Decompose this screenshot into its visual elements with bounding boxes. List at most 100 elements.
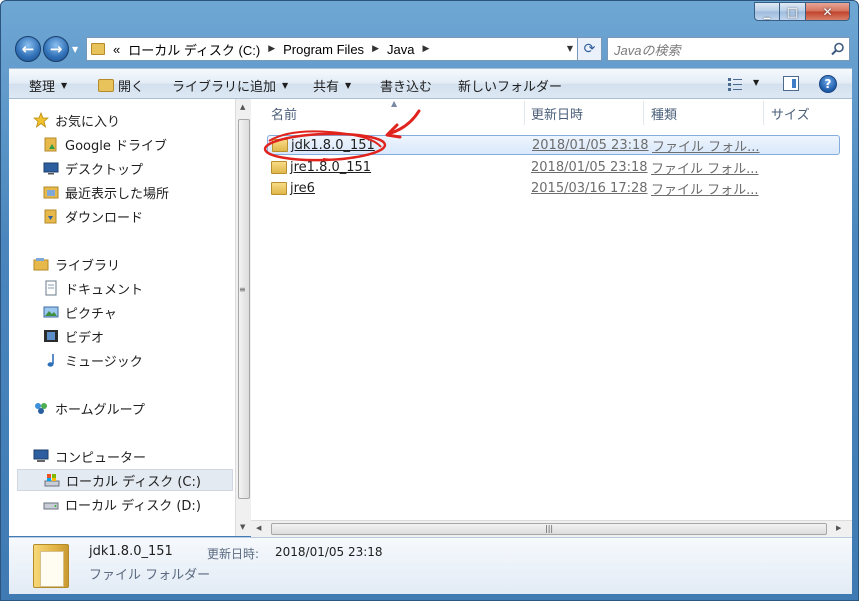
file-type: ファイル フォル...: [652, 139, 760, 155]
file-modified: 2015/03/16 17:28: [531, 180, 648, 196]
share-button[interactable]: 共有 ▼: [313, 76, 351, 95]
column-divider[interactable]: [524, 101, 525, 125]
nav-desktop[interactable]: デスクトップ: [43, 157, 143, 179]
refresh-icon: ⟳: [583, 41, 596, 57]
organize-button[interactable]: 整理 ▼: [29, 76, 67, 95]
refresh-button[interactable]: ⟳: [578, 37, 602, 61]
file-name[interactable]: jdk1.8.0_151: [291, 138, 375, 153]
file-list: ▲ 名前 更新日時 種類 サイズ jdk1.8.0_151 2018/01/05…: [251, 99, 852, 536]
column-header-modified[interactable]: 更新日時: [531, 104, 583, 123]
add-to-library-button[interactable]: ライブラリに追加 ▼: [172, 76, 288, 95]
nav-homegroup[interactable]: ホームグループ: [33, 397, 145, 419]
minimize-button[interactable]: _: [754, 2, 780, 21]
hard-drive-icon: [43, 502, 59, 510]
recent-pages-dropdown-icon[interactable]: ▼: [72, 45, 78, 54]
nav-downloads[interactable]: ダウンロード: [43, 205, 143, 227]
navigation-pane: お気に入り Google ドライブ デスクトップ 最近表示した場所 ダウンロード…: [9, 99, 235, 536]
column-divider[interactable]: [643, 101, 644, 125]
system-drive-icon: [44, 474, 60, 487]
details-name: jdk1.8.0_151: [89, 544, 173, 559]
chevron-down-icon: ▼: [282, 81, 289, 90]
folder-icon: [91, 43, 105, 55]
nav-pictures[interactable]: ピクチャ: [43, 301, 117, 323]
nav-music-label: ミュージック: [65, 354, 143, 370]
file-type: ファイル フォル...: [651, 161, 759, 177]
nav-music[interactable]: ミュージック: [43, 349, 143, 371]
nav-drive-c[interactable]: ローカル ディスク (C:): [17, 469, 233, 491]
maximize-button[interactable]: □: [780, 2, 806, 21]
nav-drive-d-label: ローカル ディスク (D:): [65, 498, 201, 514]
star-icon: [33, 112, 49, 128]
folder-icon: [272, 138, 288, 152]
nav-pane-scroll-thumb[interactable]: [238, 119, 250, 499]
nav-computer[interactable]: コンピューター: [33, 445, 146, 467]
nav-desktop-label: デスクトップ: [65, 162, 144, 178]
forward-arrow-icon: →: [49, 40, 63, 58]
folder-icon: [271, 160, 287, 174]
address-overflow-chevron[interactable]: «: [113, 42, 120, 57]
nav-libraries-label: ライブラリ: [55, 258, 121, 274]
crumb-java[interactable]: Java: [387, 42, 414, 57]
nav-recent-places[interactable]: 最近表示した場所: [43, 181, 169, 203]
file-list-horizontal-scrollbar[interactable]: ◀ ||| ▶: [251, 520, 852, 537]
help-icon[interactable]: ?: [819, 75, 837, 93]
crumb-program-files[interactable]: Program Files: [283, 42, 364, 57]
nav-favorites[interactable]: お気に入り: [33, 109, 120, 131]
forward-button[interactable]: →: [43, 36, 69, 62]
nav-computer-label: コンピューター: [55, 450, 147, 466]
column-header-type[interactable]: 種類: [651, 104, 677, 123]
desktop-icon: [43, 162, 59, 175]
nav-videos-label: ビデオ: [65, 330, 105, 346]
chevron-right-icon[interactable]: ▶: [268, 44, 275, 54]
file-name[interactable]: jre1.8.0_151: [290, 160, 371, 175]
file-type: ファイル フォル...: [651, 182, 759, 198]
back-button[interactable]: ←: [15, 36, 41, 62]
nav-documents[interactable]: ドキュメント: [43, 277, 143, 299]
organize-label: 整理: [29, 80, 56, 95]
close-button[interactable]: ✕: [806, 2, 850, 21]
change-view-icon[interactable]: [727, 77, 743, 91]
file-row[interactable]: jre1.8.0_151 2018/01/05 23:18 ファイル フォル..…: [267, 157, 840, 177]
details-modified-value: 2018/01/05 23:18: [275, 545, 383, 559]
chevron-right-icon[interactable]: ▶: [422, 44, 429, 54]
folder-icon: [271, 181, 287, 195]
new-folder-button[interactable]: 新しいフォルダー: [458, 76, 562, 95]
file-row[interactable]: jdk1.8.0_151 2018/01/05 23:18 ファイル フォル..…: [267, 135, 840, 155]
file-name[interactable]: jre6: [290, 181, 315, 196]
nav-homegroup-label: ホームグループ: [55, 402, 145, 418]
scroll-grip-icon: |||: [545, 524, 554, 533]
crumb-drive-c[interactable]: ローカル ディスク (C:): [128, 40, 260, 59]
nav-drive-d[interactable]: ローカル ディスク (D:): [43, 493, 201, 515]
burn-button[interactable]: 書き込む: [380, 76, 432, 95]
nav-google-drive[interactable]: Google ドライブ: [43, 133, 167, 155]
nav-favorites-label: お気に入り: [55, 114, 121, 130]
nav-libraries[interactable]: ライブラリ: [33, 253, 120, 275]
file-row[interactable]: jre6 2015/03/16 17:28 ファイル フォル...: [267, 178, 840, 198]
nav-pane-scrollbar[interactable]: ▲ ≡ ▼: [235, 99, 251, 536]
details-modified-label: 更新日時:: [207, 547, 260, 561]
details-pane: jdk1.8.0_151 更新日時: 2018/01/05 23:18 ファイル…: [9, 537, 852, 594]
details-type: ファイル フォルダー: [89, 568, 211, 583]
open-button[interactable]: 開く: [98, 76, 144, 95]
search-icon[interactable]: [831, 42, 845, 56]
scroll-left-icon[interactable]: ◀: [256, 524, 261, 532]
address-bar[interactable]: « ローカル ディスク (C:) ▶ Program Files ▶ Java …: [86, 37, 578, 61]
homegroup-icon: [35, 403, 47, 414]
recent-places-icon: [43, 186, 59, 199]
column-header-name[interactable]: 名前: [271, 104, 297, 123]
address-history-dropdown-icon[interactable]: ▼: [567, 44, 573, 53]
maximize-icon: □: [786, 4, 799, 19]
search-input[interactable]: Javaの検索: [607, 37, 850, 61]
scroll-right-icon[interactable]: ▶: [836, 524, 841, 532]
chevron-right-icon[interactable]: ▶: [372, 44, 379, 54]
open-folder-icon: [98, 79, 114, 92]
column-header-size[interactable]: サイズ: [771, 104, 810, 123]
chevron-down-icon: ▼: [61, 81, 68, 90]
column-divider[interactable]: [763, 101, 764, 125]
scroll-down-icon[interactable]: ▼: [240, 523, 245, 531]
downloads-icon: [44, 209, 57, 224]
view-options-dropdown-icon[interactable]: ▼: [753, 78, 759, 87]
scroll-up-icon[interactable]: ▲: [240, 103, 245, 111]
preview-pane-icon[interactable]: [783, 76, 799, 91]
nav-videos[interactable]: ビデオ: [43, 325, 104, 347]
